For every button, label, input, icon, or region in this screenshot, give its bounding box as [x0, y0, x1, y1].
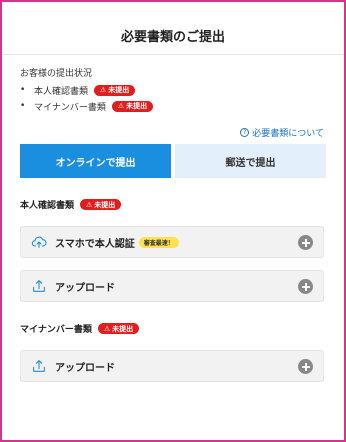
status-badge-label: 未提出 — [126, 102, 148, 110]
upload-icon — [33, 280, 45, 292]
tab-mail-submission[interactable]: 郵送で提出 — [175, 144, 326, 178]
warning-icon: ⚠ — [86, 200, 93, 209]
status-item-identity: • 本人確認書類 ⚠ 未提出 — [20, 82, 153, 98]
mynumber-section-title: マイナンバー書類 — [20, 325, 92, 335]
title-divider — [2, 54, 344, 55]
page-title: 必要書類のご提出 — [120, 30, 225, 45]
identity-section-heading: 本人確認書類 ⚠ 未提出 — [20, 198, 122, 211]
submission-method-tabs: オンラインで提出 郵送で提出 — [20, 144, 326, 178]
identity-upload-label: アップロード — [55, 282, 115, 294]
smartphone-verification-label: スマホで本人認証 — [55, 238, 135, 250]
required-documents-link-label: 必要書類について — [252, 129, 324, 139]
identity-section-title: 本人確認書類 — [20, 201, 75, 211]
bullet-icon: • — [20, 101, 26, 111]
plus-circle-icon — [298, 359, 313, 374]
status-heading: お客様の提出状況 — [20, 69, 93, 79]
question-circle-icon: ? — [240, 128, 250, 137]
identity-upload-option[interactable]: アップロード — [20, 270, 324, 302]
fastest-review-tag: 審査最速！ — [138, 236, 179, 248]
status-badge: ⚠ 未提出 — [94, 84, 136, 96]
mynumber-section-heading: マイナンバー書類 ⚠ 未提出 — [20, 322, 140, 335]
status-badge-label: 未提出 — [112, 324, 134, 333]
mynumber-upload-label: アップロード — [55, 362, 115, 374]
page-frame: 必要書類のご提出 お客様の提出状況 • 本人確認書類 ⚠ 未提出 • マイナンバ… — [0, 0, 346, 442]
mynumber-upload-option[interactable]: アップロード — [20, 350, 324, 382]
required-documents-link[interactable]: ? 必要書類について — [240, 126, 324, 139]
cloud-upload-icon — [31, 236, 47, 248]
status-badge-label: 未提出 — [94, 200, 116, 209]
status-badge: ⚠ 未提出 — [111, 100, 154, 112]
status-item-label: マイナンバー書類 — [34, 102, 106, 113]
status-badge: ⚠ 未提出 — [80, 199, 122, 210]
warning-icon: ⚠ — [100, 86, 107, 94]
bullet-icon: • — [20, 85, 26, 95]
warning-icon: ⚠ — [117, 102, 125, 110]
tab-online-submission[interactable]: オンラインで提出 — [20, 144, 171, 178]
status-item-mynumber: • マイナンバー書類 ⚠ 未提出 — [20, 98, 154, 114]
upload-icon — [33, 360, 45, 372]
status-item-label: 本人確認書類 — [34, 86, 89, 97]
warning-icon: ⚠ — [103, 324, 111, 333]
plus-circle-icon — [298, 279, 313, 294]
smartphone-verification-option[interactable]: スマホで本人認証 審査最速！ — [20, 226, 324, 258]
plus-circle-icon — [298, 235, 313, 250]
status-list: • 本人確認書類 ⚠ 未提出 • マイナンバー書類 ⚠ 未提出 — [20, 82, 154, 114]
status-badge: ⚠ 未提出 — [97, 323, 140, 334]
status-badge-label: 未提出 — [108, 86, 130, 94]
